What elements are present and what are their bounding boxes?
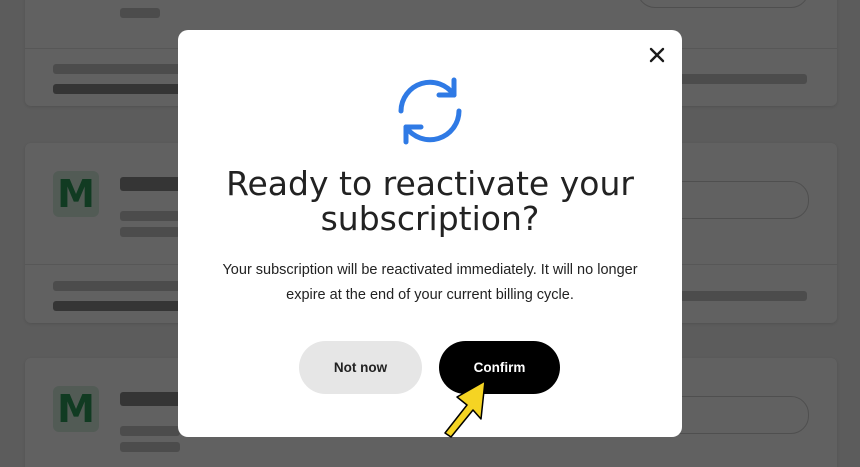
not-now-button[interactable]: Not now <box>299 341 422 394</box>
dialog-description: Your subscription will be reactivated im… <box>222 262 638 303</box>
confirm-button[interactable]: Confirm <box>439 341 560 394</box>
reactivate-subscription-dialog: Ready to reactivate your subscription? Y… <box>178 30 682 437</box>
close-button[interactable] <box>646 44 668 66</box>
refresh-icon <box>398 77 462 145</box>
dialog-title: Ready to reactivate your subscription? <box>226 164 634 238</box>
close-icon <box>649 47 665 63</box>
